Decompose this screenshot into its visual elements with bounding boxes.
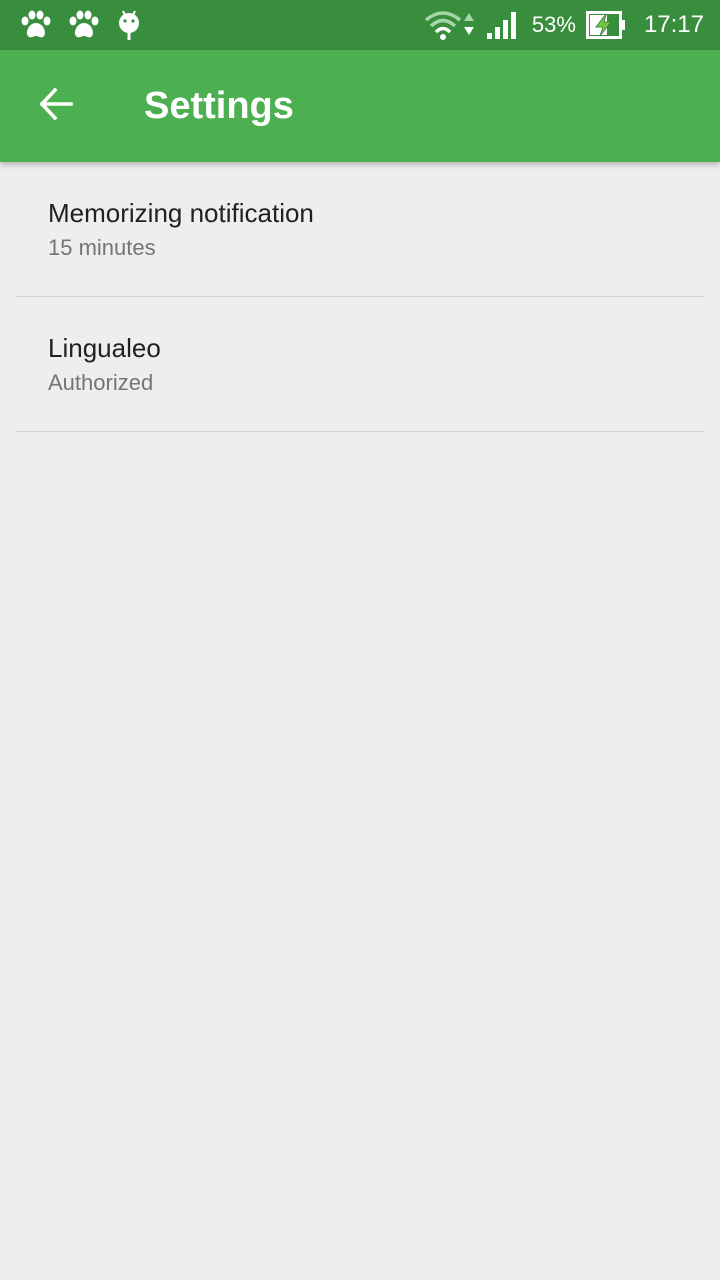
signal-icon [486,9,520,41]
system-status: 53% 17:17 [424,0,704,50]
android-icon [116,9,142,41]
wifi-icon [424,9,462,41]
status-bar: 53% 17:17 [0,0,720,50]
pref-summary: Authorized [48,370,154,395]
data-transfer-icon [462,9,476,41]
notification-icons [20,9,142,41]
back-button[interactable] [24,74,88,138]
app-bar: Settings [0,50,720,162]
paw-icon [20,10,52,40]
paw-icon [68,10,100,40]
pref-lingualeo[interactable]: Lingualeo Authorized [16,297,704,432]
page-title: Settings [144,85,294,127]
preferences-list: Memorizing notification 15 minutes Lingu… [0,162,720,432]
battery-charging-icon [585,11,626,39]
pref-summary: 15 minutes [48,235,156,260]
arrow-back-icon [38,86,74,127]
pref-title: Lingualeo [48,333,161,363]
pref-memorizing-notification[interactable]: Memorizing notification 15 minutes [16,162,704,297]
clock: 17:17 [643,11,704,38]
pref-title: Memorizing notification [48,198,314,228]
battery-percent: 53% [531,12,576,37]
